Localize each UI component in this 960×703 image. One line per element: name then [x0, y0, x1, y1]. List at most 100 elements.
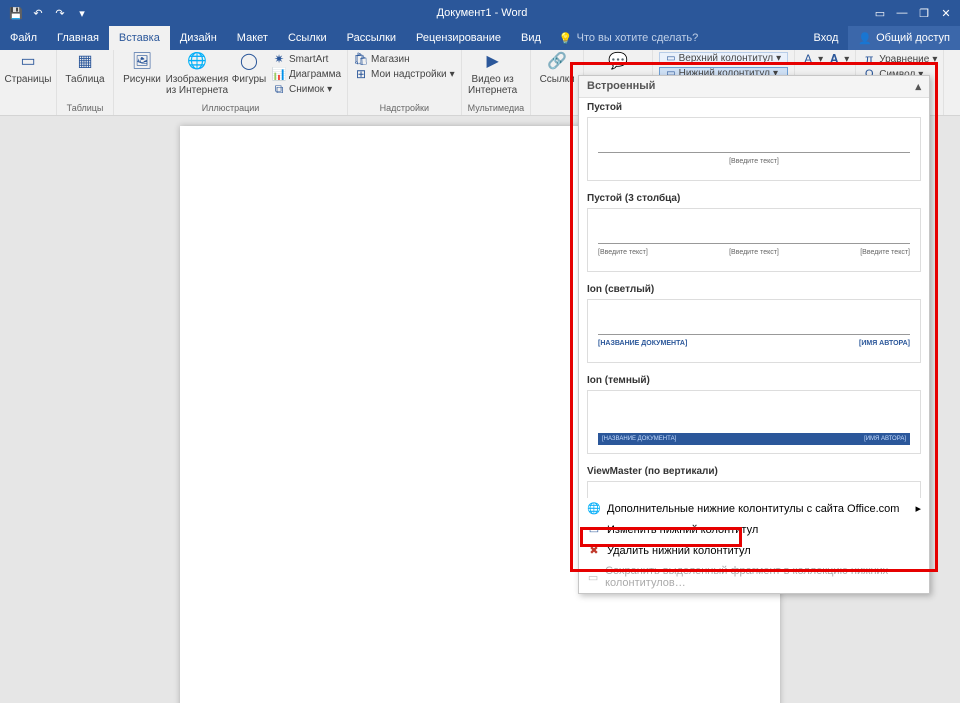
wordart-icon: 𝐀	[827, 52, 841, 66]
table-button[interactable]: ▦ Таблица	[63, 52, 107, 85]
screenshot-icon: ⧉	[272, 82, 286, 96]
section-ion-dark: Ion (темный)	[579, 371, 929, 388]
pictures-button[interactable]: 🖼 Рисунки	[120, 52, 164, 85]
online-video-button[interactable]: ▶ Видео из Интернета	[468, 52, 518, 96]
close-icon[interactable]: ✕	[938, 7, 954, 20]
remove-footer-item[interactable]: ✖ Удалить нижний колонтитул	[579, 540, 929, 561]
delete-icon: ✖	[587, 544, 601, 557]
tell-me-placeholder: Что вы хотите сделать?	[577, 32, 699, 44]
gallery-item-viewmaster[interactable]: 1	[587, 481, 921, 498]
titlebar: 💾 ↶ ↷ ▾ Документ1 - Word ▭ — ❐ ✕	[0, 0, 960, 26]
textbox-button[interactable]: A▾	[801, 52, 823, 66]
tab-insert[interactable]: Вставка	[109, 26, 170, 50]
pictures-icon: 🖼	[132, 52, 152, 72]
minimize-icon[interactable]: —	[894, 7, 910, 19]
pictures-label: Рисунки	[123, 74, 161, 85]
links-label: Ссылки	[540, 74, 575, 85]
shapes-button[interactable]: ◯ Фигуры	[230, 52, 268, 85]
redo-icon[interactable]: ↷	[52, 7, 68, 20]
online-pictures-icon: 🌐	[187, 52, 207, 72]
section-blank-3col: Пустой (3 столбца)	[579, 189, 929, 206]
my-addins-button[interactable]: ⊞Мои надстройки ▾	[354, 67, 455, 81]
chevron-down-icon: ▾	[776, 53, 781, 64]
section-ion-light: Ion (светлый)	[579, 280, 929, 297]
gallery-item-ion-dark[interactable]: [НАЗВАНИЕ ДОКУМЕНТА] [ИМЯ АВТОРА]	[587, 390, 921, 454]
chevron-right-icon: ▸	[915, 502, 921, 515]
sign-in-button[interactable]: Вход	[804, 26, 849, 50]
screenshot-button[interactable]: ⧉Снимок▾	[272, 82, 341, 96]
smartart-button[interactable]: ✷SmartArt	[272, 52, 341, 66]
table-label: Таблица	[65, 74, 104, 85]
undo-icon[interactable]: ↶	[30, 7, 46, 20]
section-viewmaster: ViewMaster (по вертикали)	[579, 462, 929, 479]
chart-icon: 📊	[272, 67, 286, 81]
edit-icon: ▭	[587, 523, 601, 536]
group-illustrations-label: Иллюстрации	[120, 103, 341, 113]
equation-button[interactable]: πУравнение ▾	[862, 52, 937, 66]
ribbon-tabs: Файл Главная Вставка Дизайн Макет Ссылки…	[0, 26, 960, 50]
gallery-scroll[interactable]: Пустой [Введите текст] Пустой (3 столбца…	[579, 98, 929, 498]
pages-button[interactable]: ▭ Страницы	[6, 52, 50, 85]
online-pictures-label: Изображения из Интернета	[166, 74, 229, 96]
share-button[interactable]: 👤 Общий доступ	[848, 26, 960, 50]
tab-review[interactable]: Рецензирование	[406, 26, 511, 50]
tab-home[interactable]: Главная	[47, 26, 109, 50]
builtin-label: Встроенный	[587, 80, 655, 93]
share-label: Общий доступ	[876, 32, 950, 44]
ribbon-options-icon[interactable]: ▭	[872, 7, 888, 20]
table-icon: ▦	[75, 52, 95, 72]
scroll-up-icon[interactable]: ▴	[915, 80, 921, 93]
shapes-label: Фигуры	[232, 74, 266, 85]
restore-icon[interactable]: ❐	[916, 7, 932, 20]
header-icon: ▭	[666, 53, 675, 64]
smartart-icon: ✷	[272, 52, 286, 66]
addins-icon: ⊞	[354, 67, 368, 81]
video-icon: ▶	[483, 52, 503, 72]
tab-design[interactable]: Дизайн	[170, 26, 227, 50]
chevron-down-icon: ▾	[932, 54, 937, 65]
group-addins-label: Надстройки	[354, 103, 455, 113]
share-icon: 👤	[858, 32, 872, 45]
tell-me-search[interactable]: 💡 Что вы хотите сделать?	[551, 26, 804, 50]
chart-button[interactable]: 📊Диаграмма	[272, 67, 341, 81]
page-icon: ▭	[18, 52, 38, 72]
group-media-label: Мультимедиа	[468, 103, 525, 113]
section-blank: Пустой	[579, 98, 929, 115]
more-from-office-item[interactable]: 🌐 Дополнительные нижние колонтитулы с са…	[579, 498, 929, 519]
comment-icon: 💬	[608, 52, 628, 72]
tab-references[interactable]: Ссылки	[278, 26, 337, 50]
footer-gallery-dropdown: Встроенный ▴ Пустой [Введите текст] Пуст…	[578, 75, 930, 594]
pages-label: Страницы	[5, 74, 52, 85]
gallery-item-blank[interactable]: [Введите текст]	[587, 117, 921, 181]
shapes-icon: ◯	[239, 52, 259, 72]
group-tables-label: Таблицы	[63, 103, 107, 113]
tab-layout[interactable]: Макет	[227, 26, 278, 50]
save-selection-icon: ▭	[587, 571, 599, 584]
qat-dropdown-icon[interactable]: ▾	[74, 7, 90, 20]
store-icon: 🛍	[354, 52, 368, 66]
bulb-icon: 💡	[559, 32, 573, 45]
save-icon[interactable]: 💾	[8, 7, 24, 20]
save-selection-item: ▭ Сохранить выделенный фрагмент в коллек…	[579, 561, 929, 593]
edit-footer-item[interactable]: ▭ Изменить нижний колонтитул	[579, 519, 929, 540]
chevron-down-icon: ▾	[844, 54, 849, 65]
online-pictures-button[interactable]: 🌐 Изображения из Интернета	[168, 52, 226, 96]
tab-view[interactable]: Вид	[511, 26, 551, 50]
office-icon: 🌐	[587, 502, 601, 515]
header-button[interactable]: ▭Верхний колонтитул▾	[659, 52, 788, 65]
chevron-down-icon: ▾	[327, 84, 332, 95]
online-video-label: Видео из Интернета	[468, 74, 518, 96]
links-button[interactable]: 🔗 Ссылки	[537, 52, 577, 85]
chevron-down-icon: ▾	[818, 54, 823, 65]
tab-mailings[interactable]: Рассылки	[337, 26, 406, 50]
gallery-item-ion-light[interactable]: [НАЗВАНИЕ ДОКУМЕНТА] [ИМЯ АВТОРА]	[587, 299, 921, 363]
textbox-icon: A	[801, 52, 815, 66]
equation-icon: π	[862, 52, 876, 66]
store-button[interactable]: 🛍Магазин	[354, 52, 455, 66]
dropdown-header: Встроенный ▴	[579, 76, 929, 98]
tab-file[interactable]: Файл	[0, 26, 47, 50]
document-title: Документ1 - Word	[98, 7, 866, 19]
link-icon: 🔗	[547, 52, 567, 72]
wordart-button[interactable]: 𝐀▾	[827, 52, 849, 66]
gallery-item-blank-3col[interactable]: [Введите текст] [Введите текст] [Введите…	[587, 208, 921, 272]
